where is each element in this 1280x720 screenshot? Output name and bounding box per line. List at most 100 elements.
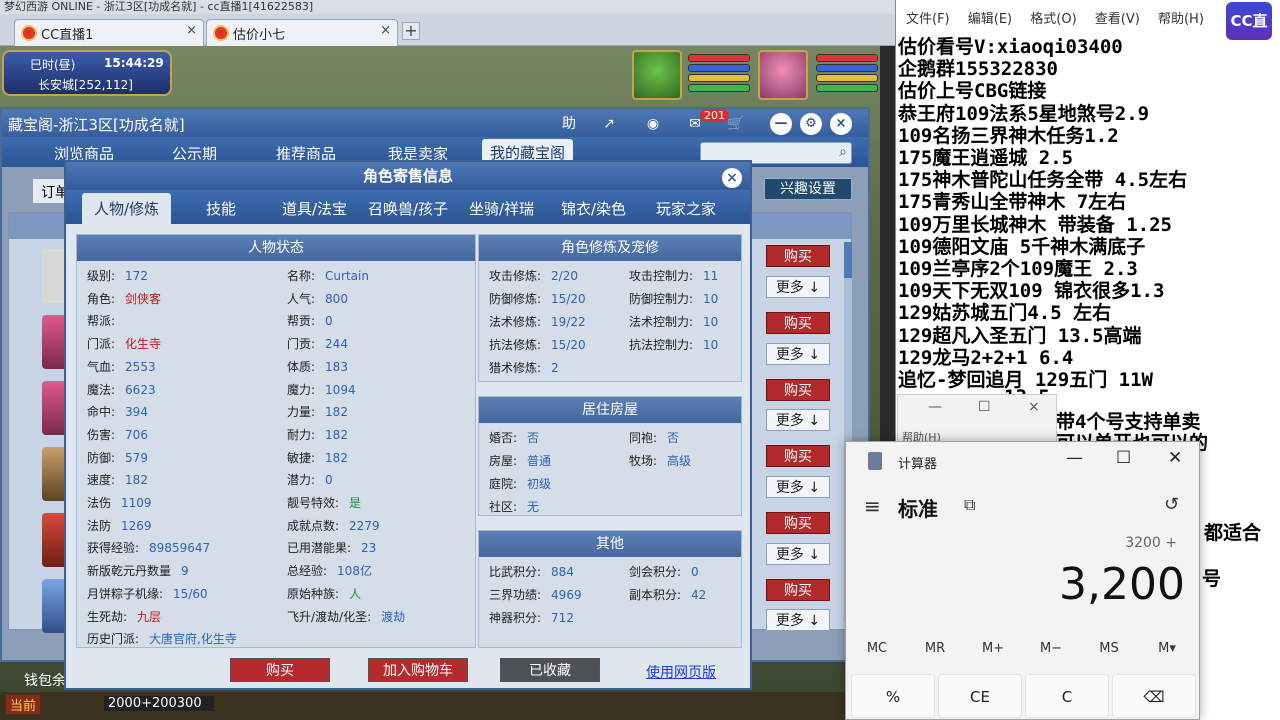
listing-buy-button[interactable]: 购买 (766, 579, 830, 601)
close-icon[interactable]: × (1028, 399, 1040, 415)
chat-input[interactable]: 2000+200300 (104, 696, 214, 711)
maximize-icon[interactable]: ☐ (978, 399, 991, 415)
info-value: 2553 (125, 359, 156, 374)
web-version-link[interactable]: 使用网页版 (646, 662, 716, 682)
tab-mounts[interactable]: 坐骑/祥瑞 (469, 198, 534, 219)
ap-bar (688, 84, 750, 92)
memory-list-button[interactable]: M▾ (1139, 641, 1195, 656)
keep-on-top-icon[interactable]: ⧉ (964, 495, 975, 515)
tab-items[interactable]: 道具/法宝 (282, 198, 347, 219)
record-icon[interactable]: ◉ (642, 112, 664, 136)
tab-home[interactable]: 玩家之家 (656, 198, 716, 219)
info-row: 剑会积分: 0 (629, 563, 699, 580)
collected-button[interactable]: 已收藏 (500, 658, 600, 682)
search-icon[interactable]: ⌕ (839, 144, 847, 160)
player-status-bars (816, 52, 878, 94)
cart-icon[interactable]: 🛒 (724, 112, 748, 136)
menu-file[interactable]: 文件(F) (906, 12, 950, 27)
info-row: 法伤 1109 (87, 494, 152, 511)
memory-store-button[interactable]: MS (1081, 641, 1137, 656)
share-icon[interactable]: ↗ (598, 112, 620, 136)
minimize-icon[interactable]: — (928, 399, 942, 415)
menu-edit[interactable]: 编辑(E) (968, 12, 1012, 27)
listing-more-button[interactable]: 更多 ↓ (766, 476, 830, 498)
close-icon[interactable]: × (722, 168, 742, 188)
minimize-icon[interactable]: — (770, 113, 792, 135)
info-row: 三界功绩: 4969 (489, 586, 582, 603)
tab-appraisal[interactable]: 估价小七 × (206, 19, 398, 46)
info-value: 89859647 (149, 541, 211, 556)
menu-help[interactable]: 帮助(H) (1158, 12, 1204, 27)
info-row: 人气: 800 (287, 290, 348, 307)
info-value: 19/22 (551, 315, 586, 329)
memory-recall-button[interactable]: MR (907, 641, 963, 656)
clear-key[interactable]: C (1025, 674, 1109, 718)
close-icon[interactable]: × (830, 113, 852, 135)
tab-outfit[interactable]: 锦衣/染色 (561, 198, 626, 219)
info-row: 已用潜能果: 23 (287, 539, 376, 556)
backspace-key[interactable]: ⌫ (1112, 674, 1196, 718)
memory-subtract-button[interactable]: M− (1023, 641, 1079, 656)
listing-buy-button[interactable]: 购买 (766, 245, 830, 267)
menu-view[interactable]: 查看(V) (1095, 12, 1140, 27)
info-row: 魔力: 1094 (287, 381, 356, 398)
info-row: 抗法修炼: 15/20 (489, 336, 586, 353)
listing-more-button[interactable]: 更多 ↓ (766, 609, 830, 631)
close-icon[interactable]: × (380, 23, 391, 38)
listing-buy-button[interactable]: 购买 (766, 445, 830, 467)
info-key: 获得经验: (87, 541, 140, 556)
info-key: 法术控制力: (629, 315, 694, 329)
percent-key[interactable]: % (851, 674, 935, 718)
buy-button[interactable]: 购买 (230, 658, 330, 682)
pet-portrait[interactable] (632, 50, 682, 100)
listing-more-button[interactable]: 更多 ↓ (766, 543, 830, 565)
menu-format[interactable]: 格式(O) (1030, 12, 1076, 27)
info-key: 法防 (87, 518, 112, 533)
info-row: 帮派: (87, 312, 125, 329)
listing-buy-button[interactable]: 购买 (766, 312, 830, 334)
gear-icon[interactable]: ⚙ (800, 113, 822, 135)
clear-entry-key[interactable]: CE (938, 674, 1022, 718)
history-icon[interactable]: ↺ (1164, 494, 1179, 515)
add-to-cart-button[interactable]: 加入购物车 (368, 658, 468, 682)
tab-skills[interactable]: 技能 (206, 198, 236, 219)
current-channel[interactable]: 当前 (6, 695, 41, 714)
game-clock-panel: 巳时(昼) 15:44:29 长安城[252,112] (2, 50, 172, 96)
tab-character[interactable]: 人物/修炼 (82, 193, 172, 224)
interest-settings-button[interactable]: 兴趣设置 (764, 178, 852, 200)
anger-bar (816, 74, 878, 82)
listing-more-button[interactable]: 更多 ↓ (766, 276, 830, 298)
info-value: 初级 (527, 477, 552, 491)
info-row: 庭院: 初级 (489, 475, 551, 492)
menu-icon[interactable]: ≡ (864, 494, 881, 518)
close-icon[interactable]: ✕ (1168, 448, 1182, 468)
dialog-tabs: 人物/修炼 技能 道具/法宝 召唤兽/孩子 坐骑/祥瑞 锦衣/染色 玩家之家 (66, 190, 750, 224)
shop-header: 藏宝阁-浙江3区[功成名就] 助 ↗ ◉ ✉ 201 🛒 — ⚙ × (2, 109, 868, 137)
memory-clear-button[interactable]: MC (849, 641, 905, 656)
info-key: 比武积分: (489, 565, 542, 579)
help-button[interactable]: 助 (558, 112, 580, 136)
listing-buy-button[interactable]: 购买 (766, 379, 830, 401)
minimize-icon[interactable]: — (1066, 448, 1083, 468)
memory-add-button[interactable]: M+ (965, 641, 1021, 656)
info-key: 生死劫: (87, 609, 128, 624)
scrollbar-thumb[interactable] (844, 242, 852, 278)
info-key: 帮贡: (287, 314, 316, 329)
close-icon[interactable]: × (186, 23, 197, 38)
info-key: 伤害: (87, 427, 116, 442)
tab-cc-live[interactable]: CC直播1 × (14, 19, 204, 46)
info-value: 大唐官府,化生寺 (149, 632, 237, 647)
listing-more-button[interactable]: 更多 ↓ (766, 409, 830, 431)
listing-buy-button[interactable]: 购买 (766, 512, 830, 534)
maximize-icon[interactable]: ☐ (1116, 448, 1131, 468)
listing-more-button[interactable]: 更多 ↓ (766, 343, 830, 365)
info-value: 23 (361, 541, 377, 556)
new-tab-button[interactable]: + (402, 22, 420, 40)
role-sale-dialog: 角色寄售信息 × 人物/修炼 技能 道具/法宝 召唤兽/孩子 坐骑/祥瑞 锦衣/… (64, 160, 752, 690)
info-row: 法术控制力: 10 (629, 313, 718, 330)
info-row: 级别: 172 (87, 267, 148, 284)
tab-pets[interactable]: 召唤兽/孩子 (368, 198, 448, 219)
player-portrait[interactable] (758, 50, 808, 100)
info-row: 同袍: 否 (629, 429, 679, 446)
info-value: 无 (527, 500, 540, 514)
